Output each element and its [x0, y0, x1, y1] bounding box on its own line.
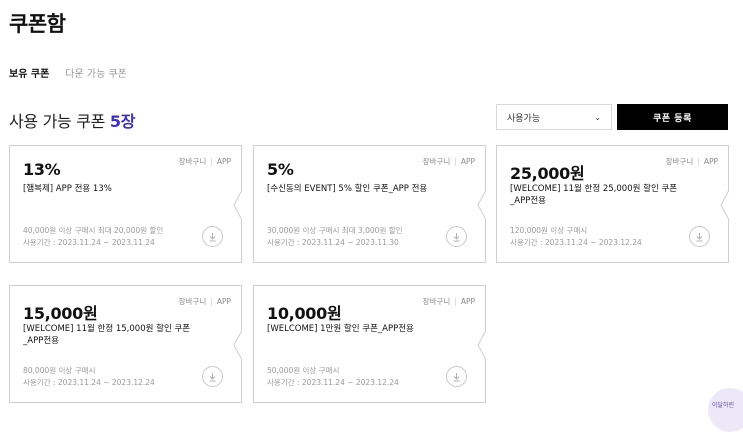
coupon-card: 장바구니 | APP 5% [수신동의 EVENT] 5% 할인 쿠폰_APP 전용 30… [253, 145, 486, 263]
chat-label: 이달하린 [712, 402, 735, 409]
download-icon[interactable] [202, 226, 223, 247]
coupon-amount: 15,000원 [23, 304, 98, 323]
meta-divider: | [210, 157, 213, 166]
card-notch [233, 330, 242, 360]
coupon-place: 장바구니 [422, 297, 451, 306]
coupon-tabs: 보유 쿠폰 다운 가능 쿠폰 [9, 65, 127, 80]
coupon-amount: 13% [23, 160, 61, 179]
coupon-card: 장바구니 | APP 25,000원 [WELCOME] 11월 한정 25,000원 … [496, 145, 729, 263]
download-icon[interactable] [446, 226, 467, 247]
meta-divider: | [697, 157, 700, 166]
register-coupon-button[interactable]: 쿠폰 등록 [617, 104, 728, 130]
card-notch [233, 190, 242, 220]
page-title: 쿠폰함 [9, 12, 66, 36]
coupon-condition: 50,000원 이상 구매시사용기간 : 2023.11.24 ~ 2023.1… [267, 365, 399, 389]
coupon-count: 5장 [109, 112, 136, 131]
coupon-period: 사용기간 : 2023.11.24 ~ 2023.11.24 [23, 238, 155, 247]
card-notch [477, 330, 486, 360]
coupon-min-purchase: 30,000원 이상 구매시 최대 3,000원 할인 [267, 226, 403, 235]
download-icon[interactable] [689, 226, 710, 247]
coupon-condition: 30,000원 이상 구매시 최대 3,000원 할인사용기간 : 2023.1… [267, 225, 403, 249]
status-filter-value: 사용가능 [507, 113, 541, 124]
meta-divider: | [210, 297, 213, 306]
coupon-channel: APP [460, 297, 475, 306]
tab-owned-coupons[interactable]: 보유 쿠폰 [9, 65, 49, 80]
coupon-channel: APP [703, 157, 718, 166]
chevron-down-icon: ⌄ [594, 112, 601, 122]
coupon-meta: 장바구니 | APP [179, 296, 231, 307]
section-title-label: 사용 가능 쿠폰 [9, 112, 106, 131]
coupon-card: 장바구니 | APP 15,000원 [WELCOME] 11월 한정 15,000원 … [9, 285, 242, 403]
coupon-min-purchase: 40,000원 이상 구매시 최대 20,000원 할인 [23, 226, 164, 235]
coupon-channel: APP [216, 157, 231, 166]
coupon-min-purchase: 80,000원 이상 구매시 [23, 366, 96, 375]
coupon-place: 장바구니 [178, 297, 207, 306]
coupon-channel: APP [460, 157, 475, 166]
coupon-meta: 장바구니 | APP [666, 156, 718, 167]
coupon-channel: APP [216, 297, 231, 306]
coupon-condition: 40,000원 이상 구매시 최대 20,000원 할인사용기간 : 2023.… [23, 225, 163, 249]
meta-divider: | [454, 157, 457, 166]
chat-button[interactable]: 이달하린 [708, 388, 743, 432]
coupon-card: 장바구니 | APP 10,000원 [WELCOME] 1만원 할인 쿠폰_APP전용… [253, 285, 486, 403]
coupon-min-purchase: 120,000원 이상 구매시 [510, 226, 588, 235]
coupon-period: 사용기간 : 2023.11.24 ~ 2023.12.24 [267, 378, 399, 387]
coupon-condition: 80,000원 이상 구매시사용기간 : 2023.11.24 ~ 2023.1… [23, 365, 155, 389]
coupon-period: 사용기간 : 2023.11.24 ~ 2023.12.24 [510, 238, 642, 247]
coupon-place: 장바구니 [178, 157, 207, 166]
coupon-amount: 10,000원 [267, 304, 342, 323]
coupon-amount: 5% [267, 160, 294, 179]
coupon-meta: 장바구니 | APP [179, 156, 231, 167]
coupon-card: 장바구니 | APP 13% [햄복제] APP 전용 13% 40,000원 이상 구매… [9, 145, 242, 263]
coupon-meta: 장바구니 | APP [423, 156, 475, 167]
coupon-name: [햄복제] APP 전용 13% [23, 184, 112, 194]
coupon-name: [WELCOME] 11월 한정 15,000원 할인 쿠폰 _APP전용 [23, 324, 191, 346]
card-notch [477, 190, 486, 220]
coupon-name: [수신동의 EVENT] 5% 할인 쿠폰_APP 전용 [267, 184, 428, 194]
card-notch [720, 190, 729, 220]
section-title: 사용 가능 쿠폰 5장 [9, 108, 135, 132]
tab-downloadable-coupons[interactable]: 다운 가능 쿠폰 [65, 65, 127, 80]
coupon-place: 장바구니 [422, 157, 451, 166]
coupon-meta: 장바구니 | APP [423, 296, 475, 307]
meta-divider: | [454, 297, 457, 306]
coupon-period: 사용기간 : 2023.11.24 ~ 2023.12.24 [23, 378, 155, 387]
coupon-place: 장바구니 [665, 157, 694, 166]
coupon-name: [WELCOME] 11월 한정 25,000원 할인 쿠폰 _APP전용 [510, 184, 678, 206]
coupon-period: 사용기간 : 2023.11.24 ~ 2023.11.30 [267, 238, 399, 247]
download-icon[interactable] [446, 366, 467, 387]
coupon-condition: 120,000원 이상 구매시사용기간 : 2023.11.24 ~ 2023.… [510, 225, 642, 249]
coupon-amount: 25,000원 [510, 164, 585, 183]
download-icon[interactable] [202, 366, 223, 387]
status-filter-select[interactable]: 사용가능 ⌄ [496, 104, 612, 130]
coupon-name: [WELCOME] 1만원 할인 쿠폰_APP전용 [267, 324, 414, 334]
coupon-min-purchase: 50,000원 이상 구매시 [267, 366, 340, 375]
